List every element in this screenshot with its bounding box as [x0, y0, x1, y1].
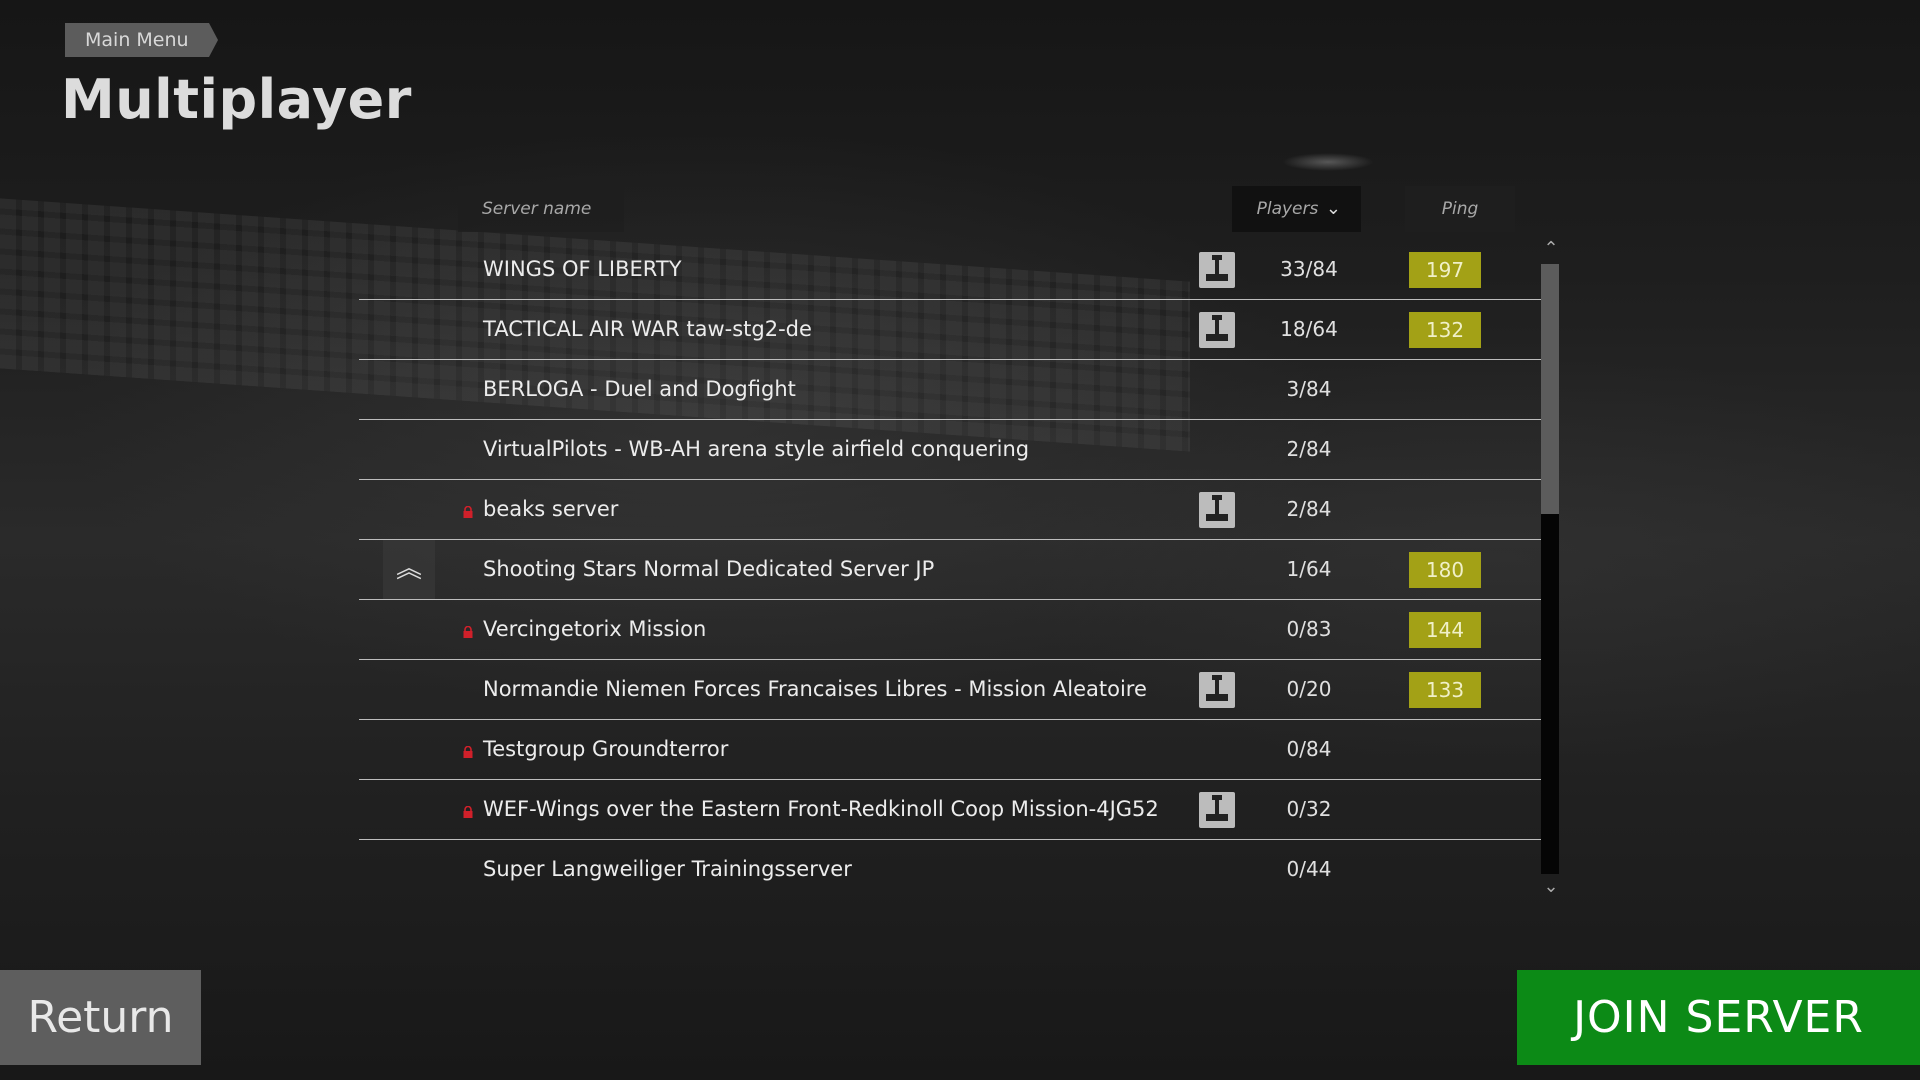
server-players: 3/84 [1286, 377, 1332, 401]
joystick-icon [1199, 492, 1235, 528]
server-players: 0/84 [1286, 737, 1332, 761]
scrollbar-track[interactable] [1541, 264, 1559, 874]
joystick-icon [1199, 252, 1235, 288]
server-ping-badge: 133 [1409, 672, 1481, 708]
joystick-icon [1199, 312, 1235, 348]
server-name: TACTICAL AIR WAR taw-stg2-de [483, 317, 812, 341]
joystick-icon [1199, 792, 1235, 828]
server-name: Super Langweiliger Trainingsserver [483, 857, 852, 881]
server-row[interactable]: WEF-Wings over the Eastern Front-Redkino… [359, 780, 1541, 840]
lock-icon [462, 803, 474, 818]
server-row[interactable]: VirtualPilots - WB-AH arena style airfie… [359, 420, 1541, 480]
server-players: 0/20 [1286, 677, 1332, 701]
server-players: 1/64 [1286, 557, 1332, 581]
server-players: 18/64 [1280, 317, 1338, 341]
double-chevron-up-icon: ︽ [383, 540, 435, 599]
server-name: Vercingetorix Mission [483, 617, 707, 641]
server-players: 0/83 [1286, 617, 1332, 641]
joystick-icon [1199, 672, 1235, 708]
server-name: WINGS OF LIBERTY [483, 257, 682, 281]
server-players: 2/84 [1286, 497, 1332, 521]
ceiling-light [1282, 153, 1374, 171]
server-name: Normandie Niemen Forces Francaises Libre… [483, 677, 1147, 701]
lock-icon [462, 503, 474, 518]
lock-icon [462, 743, 474, 758]
column-header-server-name[interactable]: Server name [458, 186, 624, 232]
server-ping-badge: 197 [1409, 252, 1481, 288]
server-players: 0/32 [1286, 797, 1332, 821]
lock-icon [462, 623, 474, 638]
server-ping-badge: 132 [1409, 312, 1481, 348]
page-title: Multiplayer [61, 68, 412, 131]
server-row[interactable]: WINGS OF LIBERTY 33/84 197 [359, 240, 1541, 300]
column-header-players[interactable]: Players ⌄ [1232, 186, 1361, 232]
server-players: 2/84 [1286, 437, 1332, 461]
server-ping-badge: 180 [1409, 552, 1481, 588]
server-ping-badge: 144 [1409, 612, 1481, 648]
server-row[interactable]: BERLOGA - Duel and Dogfight 3/84 [359, 360, 1541, 420]
column-header-ping[interactable]: Ping [1405, 186, 1515, 232]
server-players: 33/84 [1280, 257, 1338, 281]
join-server-button[interactable]: JOIN SERVER [1517, 970, 1920, 1065]
chevron-down-icon: ⌄ [1325, 198, 1341, 219]
scroll-up-icon[interactable]: ⌃ [1538, 238, 1564, 259]
server-row[interactable]: Testgroup Groundterror 0/84 [359, 720, 1541, 780]
return-button[interactable]: Return [0, 970, 201, 1065]
server-row[interactable]: Super Langweiliger Trainingsserver 0/44 [359, 840, 1541, 899]
server-list: WINGS OF LIBERTY 33/84 197 TACTICAL AIR WAR… [359, 240, 1541, 899]
server-name: Shooting Stars Normal Dedicated Server J… [483, 557, 935, 581]
server-row[interactable]: TACTICAL AIR WAR taw-stg2-de 18/64 132 [359, 300, 1541, 360]
column-header-players-label: Players [1256, 199, 1319, 219]
server-name: VirtualPilots - WB-AH arena style airfie… [483, 437, 1030, 461]
server-players: 0/44 [1286, 857, 1332, 881]
server-row[interactable]: Normandie Niemen Forces Francaises Libre… [359, 660, 1541, 720]
scrollbar-thumb[interactable] [1541, 264, 1559, 514]
scroll-down-icon[interactable]: ⌄ [1538, 876, 1564, 897]
server-name: Testgroup Groundterror [483, 737, 729, 761]
breadcrumb-main-menu[interactable]: Main Menu [65, 23, 218, 57]
server-name: BERLOGA - Duel and Dogfight [483, 377, 796, 401]
server-row[interactable]: ︽ Shooting Stars Normal Dedicated Server … [359, 540, 1541, 600]
server-row[interactable]: Vercingetorix Mission 0/83 144 [359, 600, 1541, 660]
server-row[interactable]: beaks server 2/84 [359, 480, 1541, 540]
server-name: WEF-Wings over the Eastern Front-Redkino… [483, 797, 1159, 821]
server-name: beaks server [483, 497, 619, 521]
